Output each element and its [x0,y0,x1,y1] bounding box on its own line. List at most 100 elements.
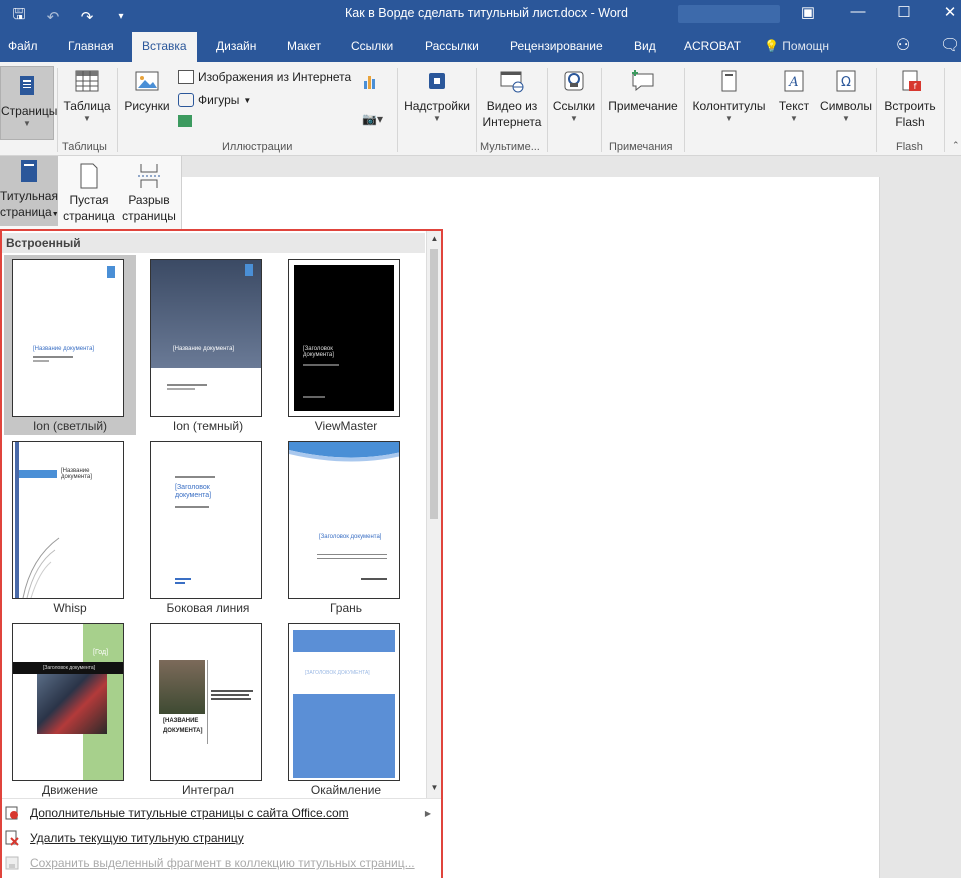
pages-button[interactable]: Страницы ▼ [0,66,57,140]
chevron-down-icon: ▼ [433,114,441,123]
comments-icon[interactable]: 🗨 [940,35,960,55]
cover-facet[interactable]: [Заголовок документа] Грань [280,437,412,617]
tab-home[interactable]: Главная [68,39,114,53]
delete-page-icon [5,830,19,846]
window-title: Как в Ворде сделать титульный лист.docx … [345,6,628,20]
cover-thumbnail: [Название документа] [12,259,124,417]
chevron-down-icon: ▼ [23,119,31,128]
chevron-down-icon: ▼ [51,211,59,218]
embed-flash-button[interactable]: f Встроить Flash [880,68,940,130]
cover-thumbnail: [НАЗВАНИЕ ДОКУМЕНТА] [150,623,262,781]
chevron-down-icon: ▼ [842,114,850,123]
tab-tell-me[interactable]: 💡 Помощн [764,39,829,53]
tab-review[interactable]: Рецензирование [510,39,603,53]
title-bar: 🖫 ↶ ↷ ▾ Как в Ворде сделать титульный ли… [0,0,961,30]
chevron-down-icon: ▼ [243,95,252,105]
cover-integral[interactable]: [НАЗВАНИЕ ДОКУМЕНТА] Интеграл [142,619,274,799]
header-footer-icon [721,70,737,92]
quick-access-toolbar: 🖫 ↶ ↷ ▾ [10,4,130,29]
chevron-down-icon: ▼ [570,114,578,123]
gallery-scrollbar[interactable]: ▲ ▼ [426,231,441,798]
chevron-down-icon: ▼ [83,114,91,123]
undo-icon[interactable]: ↶ [44,8,62,26]
comment-icon [632,70,654,92]
minimize-icon[interactable]: — [846,3,870,20]
scroll-down-icon[interactable]: ▼ [427,783,442,792]
online-images-button[interactable]: Изображения из Интернета [178,70,351,84]
blank-page-icon [80,163,98,189]
cover-banded[interactable]: [ЗАГОЛОВОК ДОКУМЕНТА] Окаймление [280,619,412,799]
tab-insert[interactable]: Вставка [132,32,197,62]
table-button[interactable]: Таблица ▼ [60,68,114,124]
cover-page-gallery: Встроенный [Название документа] Ion (све… [0,229,443,878]
cover-page-button[interactable]: Титульная страница▼ [0,156,59,226]
tab-references[interactable]: Ссылки [351,39,393,53]
tab-layout[interactable]: Макет [287,39,321,53]
maximize-icon[interactable]: ☐ [892,3,916,21]
ribbon-display-options-icon[interactable]: ▣ [796,3,820,21]
group-label-illustrations: Иллюстрации [222,141,293,153]
gallery-footer-menu: Дополнительные титульные страницы с сайт… [2,798,441,878]
cover-viewmaster[interactable]: [Заголовок документа] ViewMaster [280,255,412,435]
cover-whisp[interactable]: [Название документа] Whisp [4,437,136,617]
cover-thumbnail: [Заголовок документа] [288,259,400,417]
close-icon[interactable]: ✕ [938,3,961,21]
scrollbar-thumb[interactable] [430,249,438,519]
link-icon [564,71,584,91]
shapes-button[interactable]: Фигуры ▼ [178,93,251,107]
chevron-down-icon: ▼ [790,114,798,123]
tab-mailings[interactable]: Рассылки [425,39,479,53]
screenshot-button[interactable]: 📷▾ [362,112,383,126]
chart-button[interactable] [364,75,375,89]
more-cover-pages-menu-item[interactable]: Дополнительные титульные страницы с сайт… [2,801,441,825]
text-box-icon: A [784,70,804,92]
trees-photo [159,660,205,714]
new-comment-button[interactable]: Примечание [604,68,682,114]
addins-button[interactable]: Надстройки ▼ [400,68,474,124]
tab-file[interactable]: Файл [8,39,38,53]
office-online-icon [5,806,18,820]
smartart-icon [178,115,192,127]
page-break-button[interactable]: Разрыв страницы [120,160,178,224]
header-footer-button[interactable]: Колонтитулы ▼ [688,68,770,124]
svg-text:f: f [914,82,917,91]
cover-thumbnail: [Заголовок документа] [288,441,400,599]
pictures-button[interactable]: Рисунки [120,68,174,114]
ribbon-tabs: Файл Главная Вставка Дизайн Макет Ссылки… [0,30,961,62]
pages-icon [20,76,34,95]
group-label-multimedia: Мультиме... [480,141,540,153]
symbols-button[interactable]: Ω Символы ▼ [818,68,874,124]
online-video-button[interactable]: Видео из Интернета [478,68,546,130]
train-photo [37,674,107,734]
collapse-ribbon-icon[interactable]: ⌃ [952,140,960,151]
cover-page-icon [21,160,37,182]
lightbulb-icon: 💡 [764,39,779,53]
customize-qat-icon[interactable]: ▾ [112,11,130,22]
cover-ion-dark[interactable]: [Название документа] Ion (темный) [142,255,274,435]
save-icon[interactable]: 🖫 [10,4,28,29]
online-images-icon [178,70,194,84]
tab-design[interactable]: Дизайн [216,39,256,53]
cover-thumbnail: [Год] [Заголовок документа] [12,623,124,781]
smartart-button[interactable] [178,115,192,127]
tab-view[interactable]: Вид [634,39,656,53]
save-selection-menu-item[interactable]: Сохранить выделенный фрагмент в коллекци… [2,851,441,875]
tab-acrobat[interactable]: ACROBAT [684,39,741,53]
pages-dropdown: Титульная страница▼ Пустая страница Разр… [0,156,182,230]
table-icon [75,70,99,92]
scroll-up-icon[interactable]: ▲ [427,234,442,243]
flash-icon: f [902,70,921,91]
cover-sideline[interactable]: [Заголовок документа] Боковая линия [142,437,274,617]
redo-icon[interactable]: ↷ [78,8,96,26]
video-icon [500,71,524,93]
remove-cover-page-menu-item[interactable]: Удалить текущую титульную страницу [2,826,441,850]
ribbon-insert: Страницы ▼ Таблица ▼ Таблицы Рисунки Изо… [0,62,961,156]
chevron-down-icon: ▼ [725,114,733,123]
cover-motion[interactable]: [Год] [Заголовок документа] Движение [4,619,136,799]
links-button[interactable]: Ссылки ▼ [549,68,599,124]
blank-page-button[interactable]: Пустая страница [60,160,118,224]
cover-ion-light[interactable]: [Название документа] Ion (светлый) [4,255,136,435]
text-button[interactable]: A Текст ▼ [774,68,814,124]
account-icon[interactable]: ⚇ [896,35,910,55]
svg-text:Ω: Ω [841,75,851,90]
